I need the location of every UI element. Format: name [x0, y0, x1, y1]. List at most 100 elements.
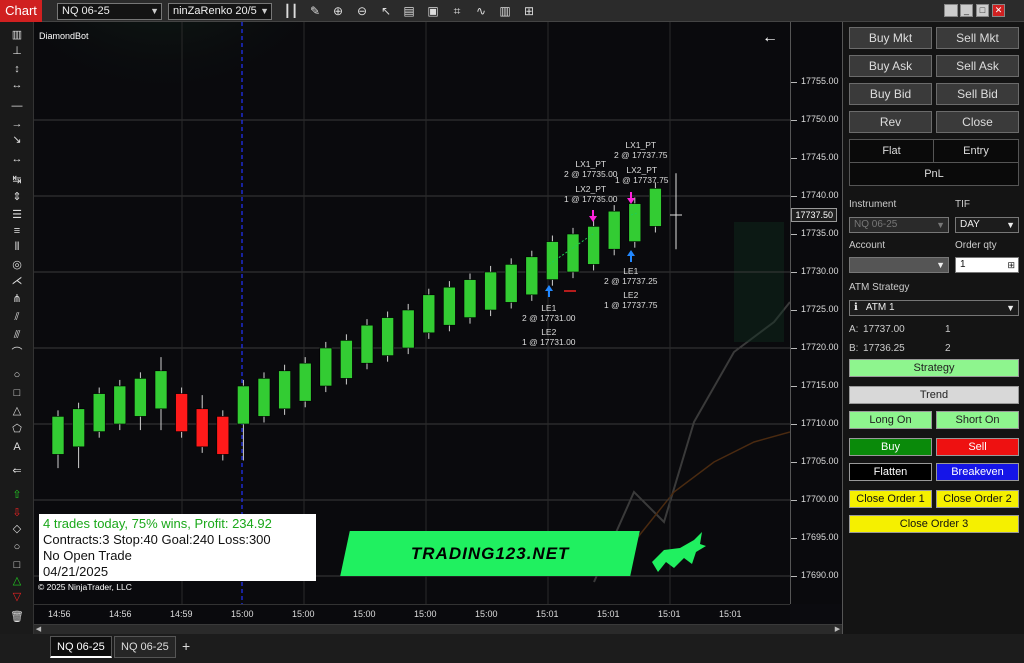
triangle-down-icon[interactable]: ▽	[9, 590, 25, 604]
chart-tabs-bar: NQ 06-25 NQ 06-25 +	[0, 634, 1024, 663]
sell-bid-button[interactable]: Sell Bid	[936, 83, 1019, 105]
close-window-button[interactable]: ✕	[992, 4, 1005, 17]
diamond-icon[interactable]: ◇	[9, 522, 25, 536]
atm-strategy-select[interactable]: ℹ ATM 1 ▼	[849, 300, 1019, 316]
pointer-icon[interactable]: ↖	[378, 3, 394, 19]
scroll-right-icon[interactable]: ▶	[833, 625, 842, 634]
tif-select[interactable]: DAY ▼	[955, 217, 1019, 233]
current-price-marker: 17737.50	[791, 208, 837, 222]
time-tick-label: 15:00	[475, 609, 498, 619]
buy-mkt-button[interactable]: Buy Mkt	[849, 27, 932, 49]
risk-reward-icon[interactable]: ⊥	[9, 44, 25, 58]
horizontal-line-icon[interactable]: ↹	[9, 173, 25, 187]
square-icon[interactable]: □	[9, 558, 25, 572]
instrument-field[interactable]: NQ 06-25 ▼	[849, 217, 949, 233]
tools-icon[interactable]	[944, 4, 958, 17]
ruler-icon[interactable]: ▥	[9, 28, 25, 42]
zoom-out-icon[interactable]: ⊖	[354, 3, 370, 19]
arc-icon[interactable]: ⌒	[9, 346, 25, 360]
maximize-button[interactable]: □	[976, 4, 989, 17]
extended-line-icon[interactable]: ↔	[9, 152, 25, 166]
properties-icon[interactable]: ▤	[401, 3, 417, 19]
trash-icon[interactable]: 🗑	[9, 610, 25, 624]
scroll-left-icon[interactable]: ◀	[34, 625, 43, 634]
close-position-button[interactable]: Close	[936, 111, 1019, 133]
fib-extension-icon[interactable]: ≡	[9, 224, 25, 238]
indicators-icon[interactable]: ∿	[473, 3, 489, 19]
polygon-icon[interactable]: ⬠	[9, 422, 25, 436]
andrews-pitchfork-icon[interactable]: ⋔	[9, 292, 25, 306]
close-order-2-button[interactable]: Close Order 2	[936, 490, 1019, 508]
price-tick-label: 17740.00	[801, 190, 839, 200]
tab-nq-06-25-active[interactable]: NQ 06-25	[50, 636, 112, 658]
buy-bid-button[interactable]: Buy Bid	[849, 83, 932, 105]
chevron-down-icon: ▼	[1006, 303, 1015, 313]
spinner-icon[interactable]: ⊞	[1007, 258, 1015, 272]
data-box-icon[interactable]: ⊞	[521, 3, 537, 19]
ellipse-icon[interactable]: ○	[9, 368, 25, 382]
price-tick	[791, 272, 797, 273]
arrow-up-icon[interactable]: ⇧	[9, 488, 25, 502]
template-icon[interactable]: ▣	[425, 3, 441, 19]
info-icon[interactable]: ℹ	[854, 302, 858, 313]
strategy-button[interactable]: Strategy	[849, 359, 1019, 377]
bar-chart-icon[interactable]: ┃┃	[283, 3, 299, 19]
chart-trader-icon[interactable]: ▥	[497, 3, 513, 19]
trade-label-name: LE1	[541, 303, 557, 313]
instrument-field-value: NQ 06-25	[854, 219, 898, 230]
price-tick	[791, 82, 797, 83]
minimize-button[interactable]: _	[960, 4, 973, 17]
buy-button[interactable]: Buy	[849, 438, 932, 456]
arrow-icon[interactable]: ⇐	[9, 464, 25, 478]
instrument-select[interactable]: NQ 06-25 ▼	[57, 3, 162, 20]
text-icon[interactable]: A	[9, 440, 25, 454]
sell-mkt-button[interactable]: Sell Mkt	[936, 27, 1019, 49]
short-on-button[interactable]: Short On	[936, 411, 1019, 429]
zoom-in-icon[interactable]: ⊕	[330, 3, 346, 19]
horizontal-scrollbar[interactable]: ◀ ▶	[34, 624, 842, 634]
order-qty-input[interactable]: 1 ⊞	[955, 257, 1019, 273]
strategies-icon[interactable]: ⌗	[449, 3, 465, 19]
buy-ask-button[interactable]: Buy Ask	[849, 55, 932, 77]
fib-time-icon[interactable]: ⦀	[9, 240, 25, 254]
trend-button[interactable]: Trend	[849, 386, 1019, 404]
flatten-button[interactable]: Flatten	[849, 463, 932, 481]
fib-circle-icon[interactable]: ◎	[9, 258, 25, 272]
fib-retracement-icon[interactable]: ☰	[9, 208, 25, 222]
arrow-down-icon[interactable]: ⇩	[9, 506, 25, 520]
sell-button[interactable]: Sell	[936, 438, 1019, 456]
gann-fan-icon[interactable]: ⋌	[9, 274, 25, 288]
regression-channel-icon[interactable]: ⫽	[9, 310, 25, 324]
trend-line-icon[interactable]: ↘	[9, 133, 25, 147]
rectangle-icon[interactable]: □	[9, 386, 25, 400]
pencil-icon[interactable]: ✎	[307, 3, 323, 19]
vertical-line-icon[interactable]: ⇕	[9, 190, 25, 204]
triangle-icon[interactable]: △	[9, 404, 25, 418]
account-select[interactable]: ▼	[849, 257, 949, 273]
trade-label-fill: 2 @ 17731.00	[522, 313, 576, 323]
close-order-1-button[interactable]: Close Order 1	[849, 490, 932, 508]
price-axis[interactable]: 17737.50 17755.00 17750.00 17745.00 17740.0…	[790, 22, 842, 604]
exit-arrow	[627, 192, 635, 204]
tab-nq-06-25[interactable]: NQ 06-25	[114, 636, 176, 658]
reverse-button[interactable]: Rev	[849, 111, 932, 133]
ray-icon[interactable]: →	[9, 117, 25, 131]
date-range-icon[interactable]: ↔	[9, 78, 25, 92]
price-tick-label: 17690.00	[801, 570, 839, 580]
dot-icon[interactable]: ○	[9, 540, 25, 554]
chevron-down-icon: ▼	[936, 260, 945, 270]
time-axis[interactable]: 14:56 14:56 14:59 15:00 15:00 15:00 15:00 15:00…	[34, 604, 790, 624]
price-range-icon[interactable]: ↕	[9, 62, 25, 76]
sell-ask-button[interactable]: Sell Ask	[936, 55, 1019, 77]
line-icon[interactable]: —	[9, 99, 25, 113]
chart-window-tab[interactable]: Chart	[0, 0, 42, 22]
long-on-button[interactable]: Long On	[849, 411, 932, 429]
triangle-up-icon[interactable]: △	[9, 574, 25, 588]
arrow-left-icon[interactable]: ←	[762, 29, 778, 47]
bar-type-select[interactable]: ninZaRenko 20/5 ▼	[168, 3, 272, 20]
add-tab-button[interactable]: +	[176, 636, 196, 658]
breakeven-button[interactable]: Breakeven	[936, 463, 1019, 481]
close-order-3-button[interactable]: Close Order 3	[849, 515, 1019, 533]
trade-label-lx2-pt-b: LX2_PT 1 @ 17737.75	[615, 165, 669, 185]
trend-channel-icon[interactable]: ⫻	[9, 328, 25, 342]
